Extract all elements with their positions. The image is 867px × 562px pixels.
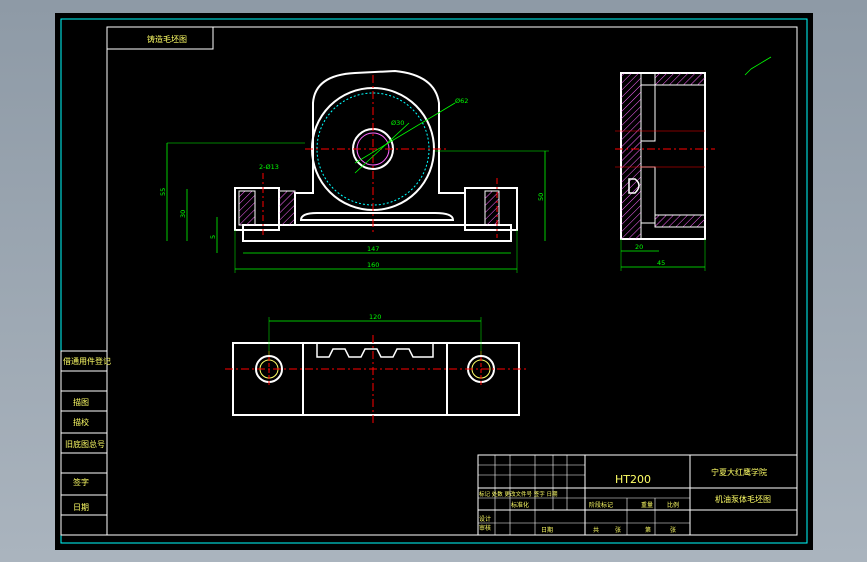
svg-text:阶段标记: 阶段标记 [589,501,613,509]
front-view[interactable]: Ø62 Ø30 2-Ø13 55 30 5 50 147 160 [159,69,549,273]
title-block: HT200 宁夏大红鹰学院 机油泵体毛坯图 标记 处数 更改文件号 签字 日期 … [477,454,798,536]
svg-text:Ø62: Ø62 [455,97,468,105]
svg-text:第: 第 [645,526,651,534]
svg-text:旧底图总号: 旧底图总号 [65,439,105,449]
outer-frame [60,18,808,544]
svg-text:20: 20 [635,243,643,251]
school-name: 宁夏大红鹰学院 [711,467,767,477]
svg-text:张: 张 [670,526,676,534]
left-strip: 借通用件登记 描图 描校 旧底图总号 签字 日期 [60,350,111,536]
side-view[interactable]: 20 45 [615,72,715,271]
material: HT200 [615,473,651,486]
svg-text:设计: 设计 [479,515,491,523]
svg-text:标准化: 标准化 [511,501,529,509]
svg-text:重量: 重量 [641,501,653,509]
svg-text:描校: 描校 [73,417,89,427]
svg-text:审核: 审核 [479,524,491,532]
svg-text:5: 5 [209,235,217,239]
svg-text:45: 45 [657,259,665,267]
svg-text:日期: 日期 [541,526,553,534]
part-name: 机油泵体毛坯图 [715,494,771,504]
svg-text:147: 147 [367,245,379,253]
svg-text:30: 30 [179,210,187,218]
drawing-canvas: 铸造毛坯图 Ø62 Ø30 2-Ø13 55 30 5 50 147 160 2… [60,18,808,544]
svg-text:50: 50 [537,193,545,201]
drawing-viewport[interactable]: 铸造毛坯图 Ø62 Ø30 2-Ø13 55 30 5 50 147 160 2… [55,13,813,550]
svg-text:描图: 描图 [73,397,89,407]
top-view[interactable]: 120 [225,313,527,423]
svg-text:标记 处数 更改文件号 签字 日期: 标记 处数 更改文件号 签字 日期 [479,490,558,498]
svg-text:日期: 日期 [73,503,89,512]
svg-text:160: 160 [367,261,379,269]
svg-text:Ø30: Ø30 [391,119,404,127]
inner-frame [106,26,798,536]
svg-text:55: 55 [159,188,167,196]
svg-text:签字: 签字 [73,477,89,487]
corner-label: 铸造毛坯图 [147,34,187,44]
svg-text:共: 共 [593,526,599,534]
svg-text:借通用件登记: 借通用件登记 [63,356,111,366]
svg-text:2-Ø13: 2-Ø13 [259,163,279,171]
svg-text:张: 张 [615,526,621,534]
svg-text:比例: 比例 [667,501,679,509]
roughness-symbol [744,56,772,76]
svg-text:120: 120 [369,313,381,321]
